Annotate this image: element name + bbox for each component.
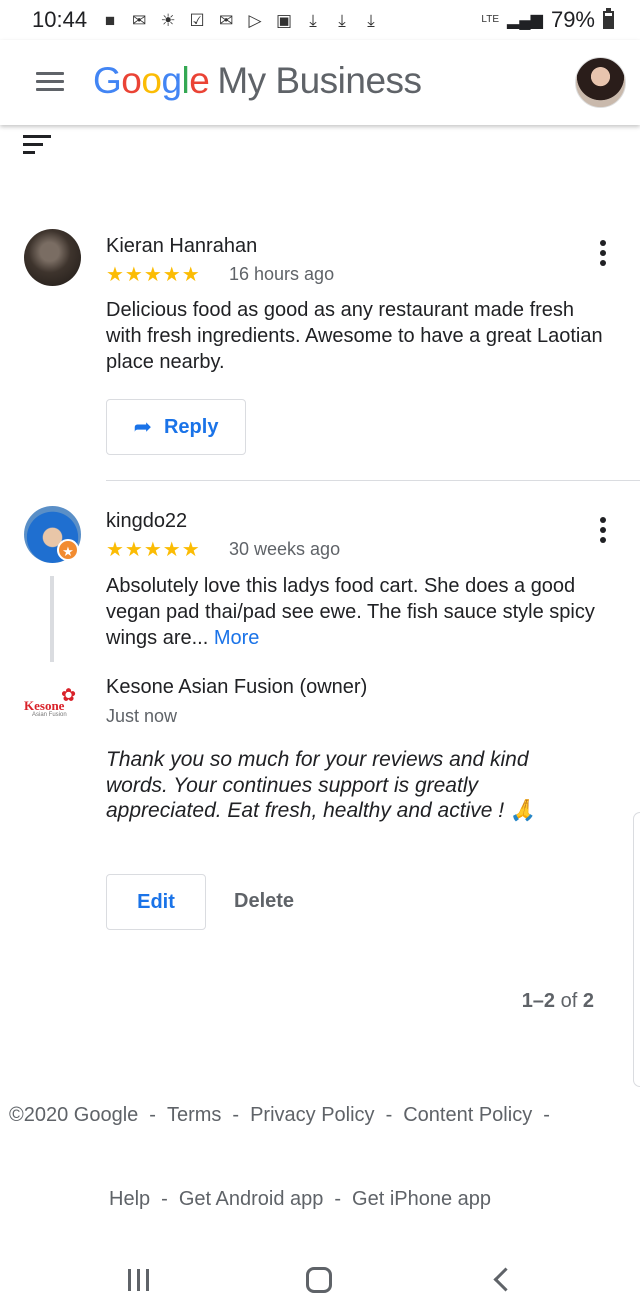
mail-icon: ✉ bbox=[218, 10, 234, 30]
reply-icon: ➦ bbox=[133, 414, 152, 439]
download-icon: ⤓ bbox=[367, 10, 375, 30]
business-logo: ✿ Kesone Asian Fusion bbox=[24, 686, 82, 720]
system-nav-bar bbox=[0, 1250, 640, 1315]
help-link[interactable]: Help bbox=[109, 1188, 150, 1210]
star-rating: ★★★★★ bbox=[106, 264, 201, 286]
reviewer-name[interactable]: kingdo22 bbox=[106, 510, 187, 533]
android-app-link[interactable]: Get Android app bbox=[179, 1188, 324, 1210]
recent-apps-icon[interactable] bbox=[128, 1269, 152, 1291]
terms-link[interactable]: Terms bbox=[167, 1104, 221, 1126]
pagination-range: 1–2 bbox=[521, 990, 556, 1012]
pagination-of: of bbox=[560, 990, 578, 1012]
more-options-icon[interactable] bbox=[598, 240, 608, 270]
privacy-policy-link[interactable]: Privacy Policy bbox=[250, 1104, 374, 1126]
footer-links: ©2020 Google - Terms - Privacy Policy - Conten… bbox=[9, 1104, 550, 1126]
notification-icons: ■ ✉ ☀ ☑ ✉ ▷ ▣ ⤓ ⤓ ⤓ bbox=[101, 12, 380, 29]
review-time: 30 weeks ago bbox=[229, 539, 341, 559]
play-icon: ▷ bbox=[248, 10, 262, 30]
google-my-business-logo: Google My Business bbox=[93, 60, 422, 101]
status-bar: 10:44 ■ ✉ ☀ ☑ ✉ ▷ ▣ ⤓ ⤓ ⤓ LTE ▂▄▆ 79% bbox=[0, 0, 640, 40]
reply-button[interactable]: ➦ Reply bbox=[106, 399, 246, 455]
reply-thread-line bbox=[50, 576, 54, 662]
pagination-info: 1–2 of 2 bbox=[522, 990, 594, 1013]
signal-icon: ▂▄▆ bbox=[507, 12, 543, 29]
mail-icon: ✉ bbox=[131, 10, 147, 30]
pagination-total: 2 bbox=[582, 990, 594, 1012]
battery-icon bbox=[603, 8, 614, 29]
bag-icon: ■ bbox=[104, 10, 116, 30]
scroll-handle[interactable] bbox=[633, 812, 640, 1087]
owner-name: Kesone Asian Fusion (owner) bbox=[106, 676, 368, 698]
edit-button[interactable]: Edit bbox=[106, 874, 206, 930]
more-link[interactable]: More bbox=[214, 627, 260, 649]
battery-percent: 79% bbox=[550, 7, 595, 32]
status-time: 10:44 bbox=[32, 7, 88, 32]
review-text: Delicious food as good as any restaurant… bbox=[106, 299, 603, 373]
network-type: LTE bbox=[481, 14, 499, 25]
review-text-body: Absolutely love this ladys food cart. Sh… bbox=[106, 575, 595, 649]
footer-app-links: Help - Get Android app - Get iPhone app bbox=[109, 1188, 492, 1210]
delete-button[interactable]: Delete bbox=[234, 890, 294, 913]
iphone-app-link[interactable]: Get iPhone app bbox=[352, 1188, 491, 1210]
copyright: ©2020 Google bbox=[9, 1104, 139, 1126]
logo-suffix: My Business bbox=[217, 60, 422, 101]
content-policy-link[interactable]: Content Policy bbox=[403, 1104, 532, 1126]
account-avatar[interactable] bbox=[575, 57, 626, 108]
review-text: Absolutely love this ladys food cart. Sh… bbox=[106, 573, 606, 651]
check-icon: ☑ bbox=[189, 10, 205, 30]
reviewer-name[interactable]: Kieran Hanrahan bbox=[106, 235, 257, 258]
menu-icon[interactable] bbox=[36, 72, 64, 92]
star-rating: ★★★★★ bbox=[106, 539, 201, 561]
home-icon[interactable] bbox=[306, 1267, 332, 1293]
owner-reply-text: Thank you so much for your reviews and k… bbox=[106, 748, 537, 822]
business-logo-subtext: Asian Fusion bbox=[32, 712, 67, 718]
sort-icon[interactable] bbox=[23, 135, 51, 155]
edit-label: Edit bbox=[137, 890, 175, 913]
review-time: 16 hours ago bbox=[229, 264, 335, 284]
local-guide-badge-icon: ★ bbox=[57, 539, 79, 561]
weather-icon: ☀ bbox=[160, 10, 176, 30]
download-icon: ⤓ bbox=[309, 10, 317, 30]
back-icon[interactable] bbox=[489, 1266, 515, 1294]
more-options-icon[interactable] bbox=[598, 517, 608, 547]
reply-label: Reply bbox=[163, 415, 219, 438]
image-icon: ▣ bbox=[276, 10, 293, 30]
download-icon: ⤓ bbox=[338, 10, 346, 30]
app-bar: Google My Business bbox=[0, 40, 640, 125]
divider bbox=[106, 480, 640, 481]
reviewer-avatar[interactable] bbox=[24, 229, 81, 286]
owner-reply-time: Just now bbox=[106, 706, 178, 726]
